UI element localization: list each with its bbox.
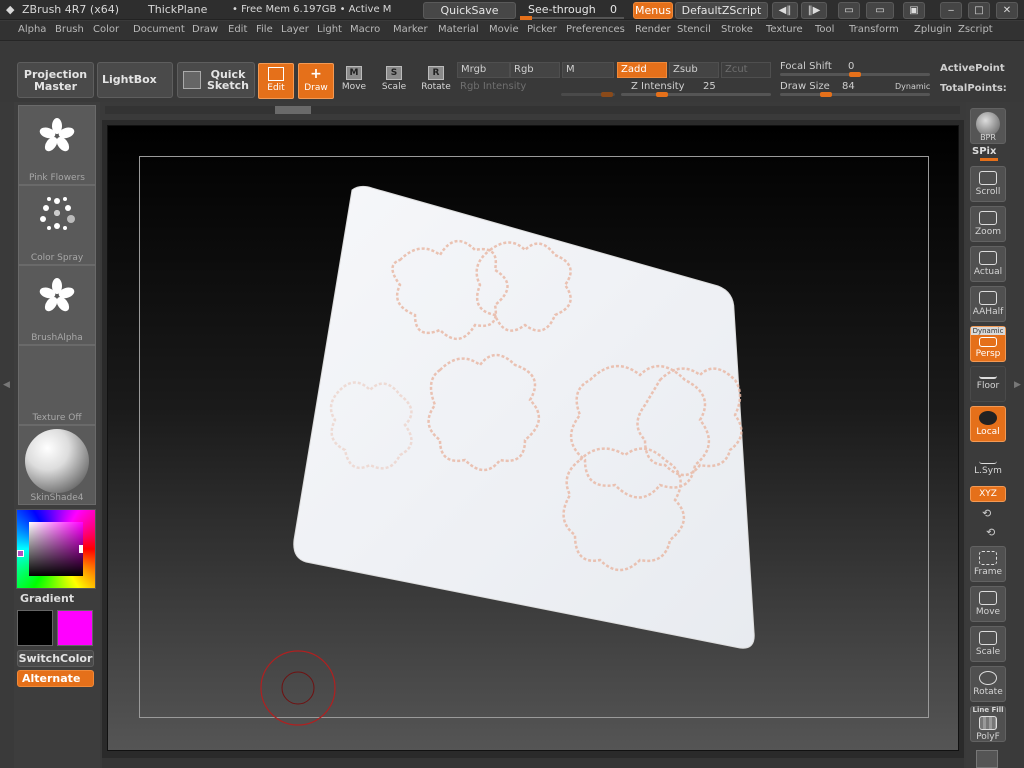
hand-icon [979, 171, 997, 185]
focal-cursor [281, 671, 315, 705]
scale-view-button[interactable]: Scale [970, 626, 1006, 662]
xyz-button[interactable]: XYZ [970, 486, 1006, 502]
transp-icon[interactable] [976, 750, 998, 768]
polyf-button[interactable]: Line Fill PolyF [970, 706, 1006, 742]
right-tray-arrow-icon[interactable]: ▶ [1014, 380, 1021, 390]
spix-slider[interactable]: SPix [970, 146, 1006, 164]
floor-label: Floor [976, 381, 1000, 391]
local-pivot-icon [979, 411, 997, 425]
spix-fill [980, 158, 998, 161]
local-button[interactable]: Local [970, 406, 1006, 442]
local-label: Local [976, 427, 1000, 437]
zoom-button[interactable]: Zoom [970, 206, 1006, 242]
polyf-tag: Line Fill [972, 706, 1004, 714]
move-hand-icon [979, 591, 997, 605]
draw-size-cursor [260, 650, 336, 726]
rotate-view-button[interactable]: Rotate [970, 666, 1006, 702]
rotate-y-icon[interactable]: ⟲ [982, 507, 991, 520]
floor-icon [979, 371, 997, 379]
scale-magnifier-icon [979, 631, 997, 645]
magnifier-icon [979, 211, 997, 225]
actual-label: Actual [973, 267, 1003, 277]
persp-label: Persp [975, 349, 1001, 359]
thick-plane-mesh[interactable] [0, 0, 1024, 768]
persp-button[interactable]: Dynamic Persp [970, 326, 1006, 362]
frame-label: Frame [973, 567, 1003, 577]
perspective-grid-icon [979, 337, 997, 347]
bpr-label: BPR [980, 133, 996, 142]
polyf-label: PolyF [976, 732, 1000, 742]
floor-button[interactable]: Floor [970, 366, 1006, 402]
bpr-button[interactable]: BPR [970, 108, 1006, 144]
persp-dynamic-tag: Dynamic [971, 327, 1005, 335]
bottom-scrollbar[interactable] [102, 758, 964, 768]
actual-size-icon [979, 251, 997, 265]
scale-view-label: Scale [975, 647, 1001, 657]
left-tray-arrow-icon[interactable]: ◀ [3, 380, 10, 390]
spix-label: SPix [972, 146, 997, 157]
xyz-label: XYZ [979, 489, 997, 499]
zoom-label: Zoom [975, 227, 1001, 237]
aahalf-icon [979, 291, 997, 305]
move-view-button[interactable]: Move [970, 586, 1006, 622]
lsym-label: L.Sym [974, 466, 1002, 476]
symmetry-icon [979, 456, 997, 464]
rotate-z-icon[interactable]: ⟲ [986, 526, 995, 539]
frame-icon [979, 551, 997, 565]
scroll-label: Scroll [975, 187, 1001, 197]
polyframe-grid-icon [979, 716, 997, 730]
aahalf-button[interactable]: AAHalf [970, 286, 1006, 322]
actual-button[interactable]: Actual [970, 246, 1006, 282]
scroll-button[interactable]: Scroll [970, 166, 1006, 202]
lsym-button[interactable]: L.Sym [970, 452, 1006, 488]
rotate-view-label: Rotate [973, 687, 1003, 697]
frame-button[interactable]: Frame [970, 546, 1006, 582]
aahalf-label: AAHalf [972, 307, 1004, 317]
rotate-sphere-icon [979, 671, 997, 685]
right-shelf: BPR SPix Scroll Zoom Actual AAHalf Dynam… [966, 102, 1010, 768]
move-view-label: Move [975, 607, 1001, 617]
